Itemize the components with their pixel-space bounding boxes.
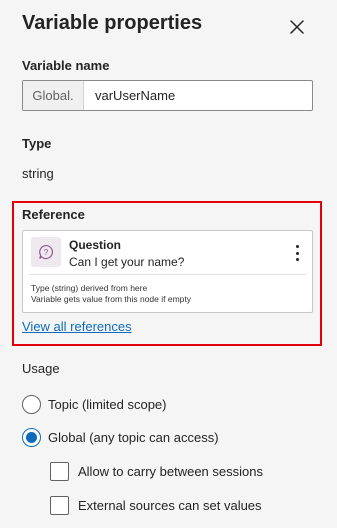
svg-text:?: ? <box>44 248 49 257</box>
variable-name-input[interactable] <box>84 81 312 110</box>
checkbox-external-label: External sources can set values <box>78 498 262 513</box>
checkbox-carry-label: Allow to carry between sessions <box>78 464 263 479</box>
reference-note-1: Type (string) derived from here <box>31 283 148 293</box>
panel-title: Variable properties <box>22 12 203 34</box>
reference-label: Reference <box>22 207 85 222</box>
variable-name-field: Global. <box>22 80 313 111</box>
radio-topic-label: Topic (limited scope) <box>48 397 167 412</box>
type-value: string <box>22 166 54 181</box>
reference-card[interactable]: ? Question Can I get your name? Type (st… <box>22 230 313 313</box>
radio-button[interactable] <box>22 395 41 414</box>
variable-name-label: Variable name <box>22 58 110 73</box>
reference-note-2: Variable gets value from this node if em… <box>31 294 192 304</box>
checkbox[interactable] <box>50 496 69 515</box>
node-text: Can I get your name? <box>69 255 185 269</box>
variable-properties-panel: Variable properties Variable name Global… <box>0 0 337 528</box>
card-divider <box>29 274 306 275</box>
checkbox[interactable] <box>50 462 69 481</box>
radio-button-selected[interactable] <box>22 428 41 447</box>
more-vertical-icon[interactable] <box>291 243 303 263</box>
view-all-references-link[interactable]: View all references <box>22 319 132 334</box>
radio-global-label: Global (any topic can access) <box>48 430 219 445</box>
radio-topic-scope[interactable]: Topic (limited scope) <box>22 395 167 414</box>
type-label: Type <box>22 136 52 151</box>
radio-global-scope[interactable]: Global (any topic can access) <box>22 428 219 447</box>
variable-scope-prefix: Global. <box>23 81 84 110</box>
node-type-label: Question <box>69 238 122 252</box>
checkbox-carry-sessions[interactable]: Allow to carry between sessions <box>50 462 263 481</box>
usage-label: Usage <box>22 361 60 376</box>
close-icon[interactable] <box>286 16 308 38</box>
checkbox-external-sources[interactable]: External sources can set values <box>50 496 262 515</box>
question-node-icon: ? <box>31 237 61 267</box>
